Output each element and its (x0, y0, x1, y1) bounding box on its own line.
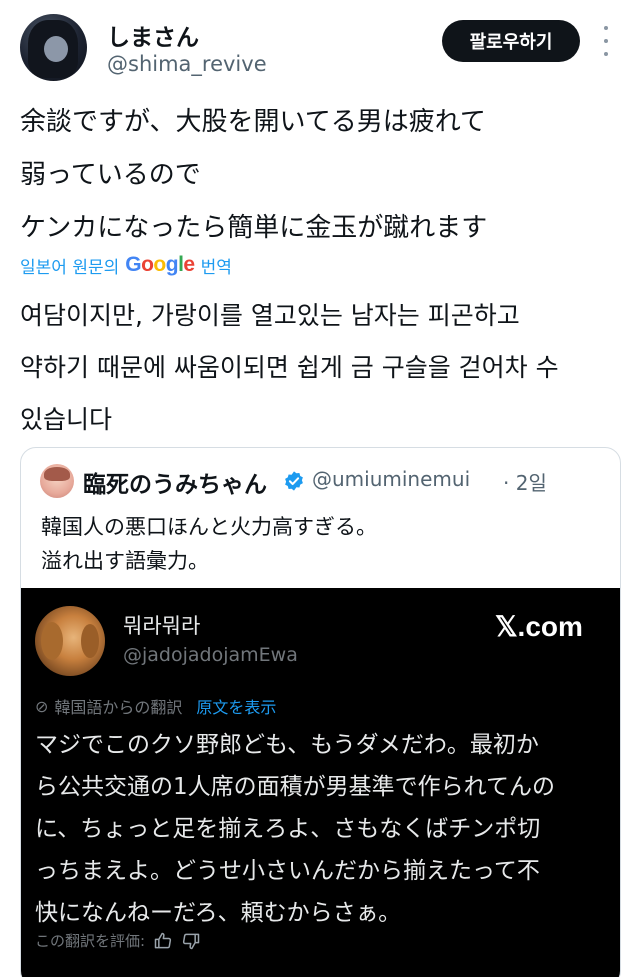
x-logo: 𝕏.com (495, 611, 583, 642)
embed-translate-from: 韓国語からの翻訳 (54, 698, 183, 717)
embed-author-avatar (35, 606, 105, 676)
quote-tweet-card[interactable]: 臨死のうみちゃん @umiuminemui · 2일 韓国人の悪口ほんと火力高す… (20, 447, 621, 977)
quote-text-line: 韓国人の悪口ほんと火力高すぎる。 (41, 515, 377, 539)
avatar-dog-ear (81, 624, 99, 658)
author-display-name[interactable]: しまさん (107, 18, 199, 52)
translate-action: 번역 (200, 257, 232, 278)
more-dot (604, 52, 608, 56)
more-dot (604, 39, 608, 43)
quote-author-handle: @umiuminemui (312, 467, 471, 491)
translated-text-line: 여담이지만, 가랑이를 열고있는 남자는 피곤하고 (20, 301, 520, 330)
thumbs-up-icon (154, 932, 172, 948)
quote-author-name: 臨死のうみちゃん (83, 472, 267, 498)
translate-label: 일본어 원문의 (20, 257, 120, 278)
embed-translate-row: ⊘ 韓国語からの翻訳 原文を表示 (35, 694, 276, 718)
post-text-line: 弱っているので (20, 160, 201, 190)
embed-body-line: マジでこのクソ野郎ども、もうダメだわ。最初か (35, 732, 539, 758)
translate-link[interactable]: 일본어 원문의 Google 번역 (20, 250, 232, 280)
avatar-face (44, 36, 68, 62)
google-logo: Google (125, 253, 195, 276)
post-header: しまさん @shima_revive 팔로우하기 (0, 0, 640, 88)
embed-rate-label: この翻訳を評価: (35, 932, 146, 950)
quote-author-avatar (40, 464, 74, 498)
embed-body: マジでこのクソ野郎ども、もうダメだわ。最初か ら公共交通の1人席の面積が男基準で… (35, 724, 555, 934)
globe-icon: ⊘ (35, 696, 49, 716)
embed-body-line: 快になんねーだろ、頼むからさぁ。 (35, 900, 402, 926)
verified-badge-icon (285, 471, 303, 491)
more-vertical-icon[interactable] (596, 26, 616, 56)
embed-author-handle: @jadojadojamEwa (123, 644, 298, 666)
translated-text-line: 약하기 때문에 싸움이되면 쉽게 금 구슬을 걷어차 수 (20, 353, 559, 382)
embed-body-line: に、ちょっと足を揃えろよ、さもなくばチンポ切 (35, 816, 541, 842)
thumbs-down-icon (182, 933, 200, 949)
post-text: 余談ですが、大股を開いてる男は疲れて 弱っているので ケンカになったら簡単に金玉… (20, 96, 620, 255)
quote-timestamp: · 2일 (503, 471, 547, 495)
avatar-dog-ear (41, 622, 63, 660)
author-handle[interactable]: @shima_revive (107, 52, 267, 76)
embedded-screenshot[interactable]: 뭐라뭐라 @jadojadojamEwa 𝕏.com ⊘ 韓国語からの翻訳 原文… (21, 588, 620, 977)
quote-text: 韓国人の悪口ほんと火力高すぎる。 溢れ出す語彙力。 (41, 510, 377, 578)
embed-author-name: 뭐라뭐라 (123, 614, 201, 638)
post-text-line: 余談ですが、大股を開いてる男は疲れて (20, 107, 486, 137)
quote-avatar-hair (44, 467, 70, 481)
embed-body-line: っちまえよ。どうせ小さいんだから揃えたって不 (35, 858, 540, 884)
embed-body-line: ら公共交通の1人席の面積が男基準で作られてんの (35, 774, 555, 800)
author-avatar[interactable] (20, 14, 87, 81)
more-dot (604, 26, 608, 30)
translated-text: 여담이지만, 가랑이를 열고있는 남자는 피곤하고 약하기 때문에 싸움이되면 … (20, 290, 625, 446)
embed-rate-row: この翻訳を評価: (35, 930, 201, 951)
post-text-line: ケンカになったら簡単に金玉が蹴れます (20, 213, 488, 243)
embed-show-original-link: 原文を表示 (196, 698, 277, 717)
translated-text-line: 있습니다 (20, 405, 113, 434)
quote-text-line: 溢れ出す語彙力。 (41, 549, 209, 573)
follow-button[interactable]: 팔로우하기 (442, 20, 580, 62)
